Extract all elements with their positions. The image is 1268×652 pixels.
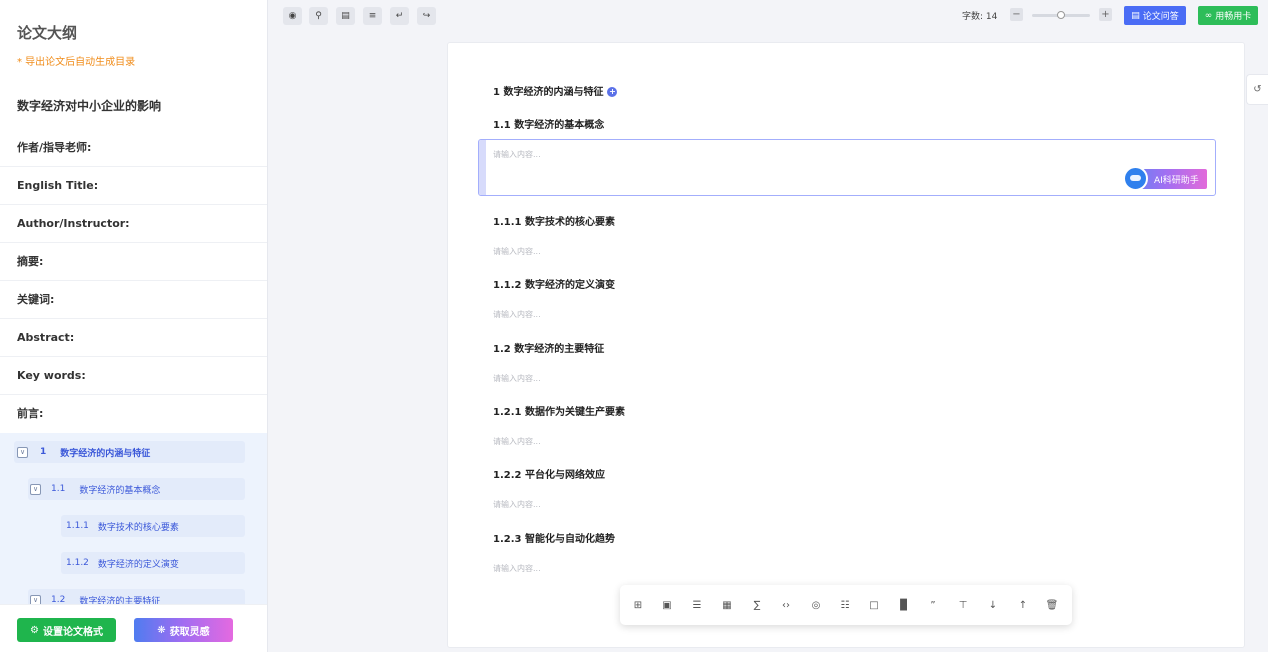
field-abstract-cn[interactable]: 摘要:: [0, 243, 267, 281]
zoom-slider[interactable]: [1032, 11, 1090, 19]
document-page: 1 数字经济的内涵与特征 + 1.1 数字经济的基本概念 请输入内容... AI科…: [447, 42, 1245, 648]
tree-node-1-1-1[interactable]: 1.1.1 数字技术的核心要素: [61, 515, 245, 537]
content-editor-active[interactable]: 请输入内容... AI科研助手: [478, 139, 1216, 196]
document-icon: ▤: [1131, 10, 1140, 21]
tree-node-1-2[interactable]: ∨ 1.2 数字经济的主要特征: [28, 589, 245, 604]
list-icon[interactable]: ☰: [690, 598, 704, 612]
paper-title[interactable]: 数字经济对中小企业的影响: [17, 97, 161, 114]
tree-node-label: 数字经济的主要特征: [79, 596, 161, 605]
content-placeholder[interactable]: 请输入内容...: [493, 309, 541, 320]
heading-1-2[interactable]: 1.2 数字经济的主要特征: [493, 340, 604, 355]
heading-1-2-3[interactable]: 1.2.3 智能化与自动化趋势: [493, 530, 615, 545]
delete-icon[interactable]: 🗑: [1045, 598, 1059, 612]
get-inspiration-button[interactable]: ❋ 获取灵感: [134, 618, 233, 642]
add-block-icon[interactable]: ⊞: [631, 598, 645, 612]
tree-node-1-1[interactable]: ∨ 1.1 数字经济的基本概念: [28, 478, 245, 500]
editor-focus-bar: [479, 140, 486, 195]
tree-node-num: 1.2: [51, 595, 66, 604]
tree-node-label: 数字经济的定义演变: [97, 559, 179, 570]
content-placeholder[interactable]: 请输入内容...: [493, 436, 541, 447]
tree-node-label: 数字经济的内涵与特征: [60, 448, 151, 459]
outline-icon[interactable]: ≡: [363, 7, 382, 25]
heading-1-1-1[interactable]: 1.1.1 数字技术的核心要素: [493, 213, 615, 228]
table-icon[interactable]: ▦: [720, 598, 734, 612]
tree-node-num: 1: [40, 447, 47, 457]
ai-assistant-button[interactable]: AI科研助手: [1123, 166, 1207, 191]
tree-node-1-1-2[interactable]: 1.1.2 数字经济的定义演变: [61, 552, 245, 574]
move-up-icon[interactable]: ↑: [1016, 598, 1030, 612]
content-placeholder[interactable]: 请输入内容...: [493, 246, 541, 257]
layout-icon[interactable]: ▤: [336, 7, 355, 25]
content-placeholder[interactable]: 请输入内容...: [493, 563, 541, 574]
quote-icon[interactable]: ”: [926, 598, 940, 612]
tree-node-label: 数字技术的核心要素: [97, 522, 179, 533]
chevron-down-icon[interactable]: ∨: [17, 446, 28, 458]
redo-icon[interactable]: ↪: [417, 7, 436, 25]
bar-chart-icon[interactable]: ▉: [897, 598, 911, 612]
heading-text: 1 数字经济的内涵与特征: [493, 87, 604, 98]
paper-qa-button[interactable]: ▤ 论文问答: [1124, 6, 1186, 25]
sparkle-icon: ❋: [157, 624, 166, 636]
get-inspiration-label: 获取灵感: [169, 626, 210, 638]
sidebar-footer: ⚙ 设置论文格式 ❋ 获取灵感: [0, 604, 267, 652]
heading-1-1[interactable]: 1.1 数字经济的基本概念: [493, 116, 604, 131]
heading-1-1-2[interactable]: 1.1.2 数字经济的定义演变: [493, 276, 615, 291]
zoom-out-button[interactable]: −: [1010, 8, 1023, 21]
insert-toolbar: ⊞ ▣ ☰ ▦ ∑ ‹› ◎ ☷ □ ▉ ” ⊤ ↓ ↑ 🗑: [620, 585, 1072, 625]
move-down-icon[interactable]: ↓: [986, 598, 1000, 612]
eye-icon[interactable]: ◉: [283, 7, 302, 25]
tree-node-num: 1.1.2: [66, 558, 89, 568]
chevron-down-icon[interactable]: ∨: [30, 483, 41, 495]
mark-icon[interactable]: □: [867, 598, 881, 612]
tree-node-1[interactable]: ∨ 1 数字经济的内涵与特征: [14, 441, 245, 463]
field-author-instructor[interactable]: Author/Instructor:: [0, 205, 267, 243]
field-keywords-cn[interactable]: 关键词:: [0, 281, 267, 319]
history-icon[interactable]: ↺: [1246, 74, 1268, 105]
zoom-in-button[interactable]: +: [1099, 8, 1112, 21]
editor-placeholder: 请输入内容...: [493, 150, 541, 159]
infinity-icon: ∞: [1204, 10, 1213, 21]
top-toolbar: ◉ ⚲ ▤ ≡ ↵ ↪ 字数: 14 − + ▤ 论文问答 ∞ 用畅用卡: [269, 0, 1268, 32]
zoom-slider-handle[interactable]: [1057, 11, 1065, 19]
tree-node-num: 1.1: [51, 484, 66, 494]
heading-1-2-1[interactable]: 1.2.1 数据作为关键生产要素: [493, 403, 625, 418]
diagram-icon[interactable]: ☷: [838, 598, 852, 612]
paper-qa-label: 论文问答: [1142, 12, 1179, 22]
split-icon[interactable]: ⊤: [956, 598, 970, 612]
export-note: * 导出论文后自动生成目录: [17, 57, 136, 68]
set-format-label: 设置论文格式: [42, 626, 103, 638]
sidebar-title: 论文大纲: [17, 24, 78, 42]
outline-tree: ∨ 1 数字经济的内涵与特征 ∨ 1.1 数字经济的基本概念 1.1.1 数字技…: [0, 433, 267, 604]
outline-sidebar: 论文大纲 * 导出论文后自动生成目录 数字经济对中小企业的影响 作者/指导老师:…: [0, 0, 268, 652]
field-author[interactable]: 作者/指导老师:: [0, 129, 267, 167]
field-english-title[interactable]: English Title:: [0, 167, 267, 205]
word-count: 字数: 14: [962, 12, 998, 22]
heading-1-2-2[interactable]: 1.2.2 平台化与网络效应: [493, 466, 605, 481]
card-button[interactable]: ∞ 用畅用卡: [1198, 6, 1258, 25]
gear-icon: ⚙: [30, 624, 39, 636]
formula-icon[interactable]: ∑: [750, 598, 764, 612]
field-keywords[interactable]: Key words:: [0, 357, 267, 395]
card-label: 用畅用卡: [1215, 12, 1252, 22]
undo-icon[interactable]: ↵: [390, 7, 409, 25]
code-icon[interactable]: ‹›: [779, 598, 793, 612]
tree-node-label: 数字经济的基本概念: [79, 485, 161, 496]
ai-assistant-label: AI科研助手: [1154, 175, 1199, 186]
tree-node-num: 1.1.1: [66, 521, 89, 531]
content-placeholder[interactable]: 请输入内容...: [493, 499, 541, 510]
idea-icon[interactable]: ◎: [809, 598, 823, 612]
content-placeholder[interactable]: 请输入内容...: [493, 373, 541, 384]
chevron-down-icon[interactable]: ∨: [30, 594, 41, 604]
heading-1[interactable]: 1 数字经济的内涵与特征 +: [493, 83, 618, 98]
add-icon[interactable]: +: [607, 87, 618, 97]
image-icon[interactable]: ▣: [660, 598, 674, 612]
search-icon[interactable]: ⚲: [309, 7, 328, 25]
field-abstract[interactable]: Abstract:: [0, 319, 267, 357]
set-format-button[interactable]: ⚙ 设置论文格式: [17, 618, 116, 642]
robot-icon: [1123, 166, 1148, 191]
field-preface[interactable]: 前言:: [0, 395, 267, 433]
